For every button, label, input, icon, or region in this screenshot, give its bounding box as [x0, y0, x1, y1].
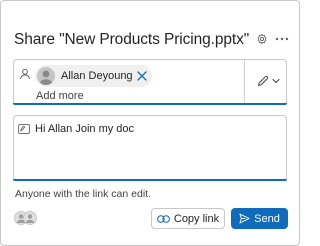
recipients-field[interactable]: Allan Deyoung Add more: [13, 59, 287, 105]
recipient-name: Allan Deyoung: [61, 70, 133, 82]
chevron-down-icon: [271, 78, 280, 84]
send-icon: [239, 213, 250, 224]
permission-dropdown[interactable]: [250, 70, 286, 92]
send-label: Send: [254, 212, 280, 225]
share-dialog: Share "New Products Pricing.pptx" Allan …: [0, 0, 300, 246]
dialog-title: Share "New Products Pricing.pptx": [14, 31, 250, 48]
settings-button[interactable]: [253, 30, 271, 48]
gear-icon: [257, 33, 267, 45]
avatar: [37, 67, 55, 85]
message-field[interactable]: Hi Allan Join my doc: [13, 115, 287, 181]
divider: [244, 60, 245, 104]
people-avatars-icon: [14, 211, 37, 225]
person-icon: [20, 68, 30, 80]
pencil-icon: [257, 75, 268, 86]
message-text: Hi Allan Join my doc: [35, 123, 135, 135]
link-icon: [156, 214, 170, 223]
close-icon[interactable]: [136, 70, 148, 82]
add-more-input[interactable]: Add more: [36, 90, 84, 102]
send-button[interactable]: Send: [231, 208, 288, 229]
link-permission-text: Anyone with the link can edit.: [15, 188, 151, 200]
more-options-button[interactable]: [273, 30, 291, 48]
more-horizontal-icon: [275, 37, 289, 41]
shared-with-avatars[interactable]: [14, 211, 38, 225]
message-icon: [18, 124, 30, 134]
copy-link-label: Copy link: [173, 212, 220, 225]
recipient-chip[interactable]: Allan Deyoung: [35, 65, 152, 87]
copy-link-button[interactable]: Copy link: [151, 208, 225, 229]
